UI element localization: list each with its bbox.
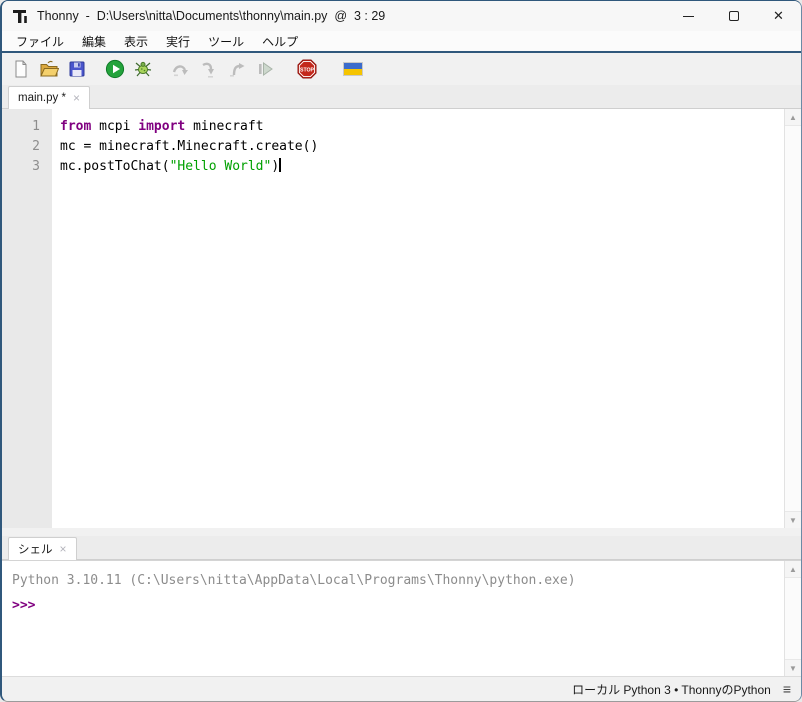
shell-panel: Python 3.10.11 (C:\Users\nitta\AppData\L… [2,560,801,676]
shell-tab-bar: シェル × [2,536,801,560]
backend-menu-icon[interactable]: ≡ [783,681,791,697]
menu-item-run[interactable]: 実行 [157,31,199,52]
shell-output[interactable]: Python 3.10.11 (C:\Users\nitta\AppData\L… [2,561,784,676]
line-number-gutter: 1 2 3 [2,109,52,528]
new-file-button[interactable] [10,58,32,80]
svg-text:STOP: STOP [300,67,315,73]
step-over-button[interactable] [170,58,192,80]
line-number: 2 [2,137,52,157]
menu-item-edit[interactable]: 編集 [73,31,115,52]
scroll-down-icon[interactable]: ▼ [785,660,801,676]
line-number: 3 [2,157,52,177]
stop-icon: STOP [297,59,317,79]
debug-button[interactable] [132,58,154,80]
resume-button[interactable] [254,58,276,80]
code-line-3: mc.postToChat("Hello World") [60,157,784,177]
shell-scrollbar-thumb[interactable] [785,577,801,660]
thonny-logo-icon [12,8,29,25]
tab-shell[interactable]: シェル × [8,537,77,560]
editor-scrollbar-thumb[interactable] [785,125,801,512]
window-controls: ✕ [666,1,801,31]
minimize-icon [683,16,694,17]
scroll-up-icon[interactable]: ▲ [785,561,801,577]
code-text-area[interactable]: from mcpi import minecraft mc = minecraf… [52,109,784,528]
status-bar: ローカル Python 3 • ThonnyのPython ≡ [2,676,801,701]
toolbar: STOP [2,53,801,85]
tab-close-icon[interactable]: × [60,543,67,555]
tab-main-py[interactable]: main.py * × [8,86,90,109]
step-into-icon [199,59,219,79]
code-editor: 1 2 3 from mcpi import minecraft mc = mi… [2,109,801,528]
interpreter-switcher[interactable]: ローカル Python 3 • ThonnyのPython [572,681,771,698]
shell-banner: Python 3.10.11 (C:\Users\nitta\AppData\L… [12,568,784,593]
stop-button[interactable]: STOP [296,58,318,80]
tab-close-icon[interactable]: × [73,92,80,104]
open-folder-icon [39,59,59,79]
minimize-button[interactable] [666,1,711,31]
shell-scrollbar[interactable]: ▲ ▼ [784,561,801,676]
thonny-window: Thonny - D:\Users\nitta\Documents\thonny… [0,0,802,702]
text-caret [279,158,281,172]
window-title: Thonny - D:\Users\nitta\Documents\thonny… [37,9,385,23]
step-over-icon [171,59,191,79]
save-file-button[interactable] [66,58,88,80]
maximize-button[interactable] [711,1,756,31]
tab-label: main.py * [18,92,66,104]
menu-item-file[interactable]: ファイル [7,31,73,52]
title-bar: Thonny - D:\Users\nitta\Documents\thonny… [2,1,801,31]
open-file-button[interactable] [38,58,60,80]
code-line-2: mc = minecraft.Minecraft.create() [60,137,784,157]
editor-shell-splitter[interactable] [2,528,801,536]
ukraine-support-button[interactable] [342,58,364,80]
code-line-1: from mcpi import minecraft [60,117,784,137]
run-button[interactable] [104,58,126,80]
save-icon [67,59,87,79]
tab-label: シェル [18,541,53,557]
close-button[interactable]: ✕ [756,1,801,31]
line-number: 1 [2,117,52,137]
scroll-up-icon[interactable]: ▲ [785,109,801,125]
new-file-icon [11,59,31,79]
menu-item-view[interactable]: 表示 [115,31,157,52]
close-icon: ✕ [773,8,784,24]
editor-tab-bar: main.py * × [2,85,801,109]
shell-prompt: >>> [12,593,784,618]
menu-bar: ファイル 編集 表示 実行 ツール ヘルプ [2,31,801,51]
debug-bug-icon [133,59,153,79]
step-out-icon [227,59,247,79]
menu-item-help[interactable]: ヘルプ [253,31,307,52]
step-into-button[interactable] [198,58,220,80]
run-icon [105,59,125,79]
ukraine-flag-icon [343,62,363,76]
maximize-icon [729,11,739,21]
resume-icon [255,59,275,79]
step-out-button[interactable] [226,58,248,80]
menu-item-tools[interactable]: ツール [199,31,253,52]
editor-scrollbar[interactable]: ▲ ▼ [784,109,801,528]
scroll-down-icon[interactable]: ▼ [785,512,801,528]
